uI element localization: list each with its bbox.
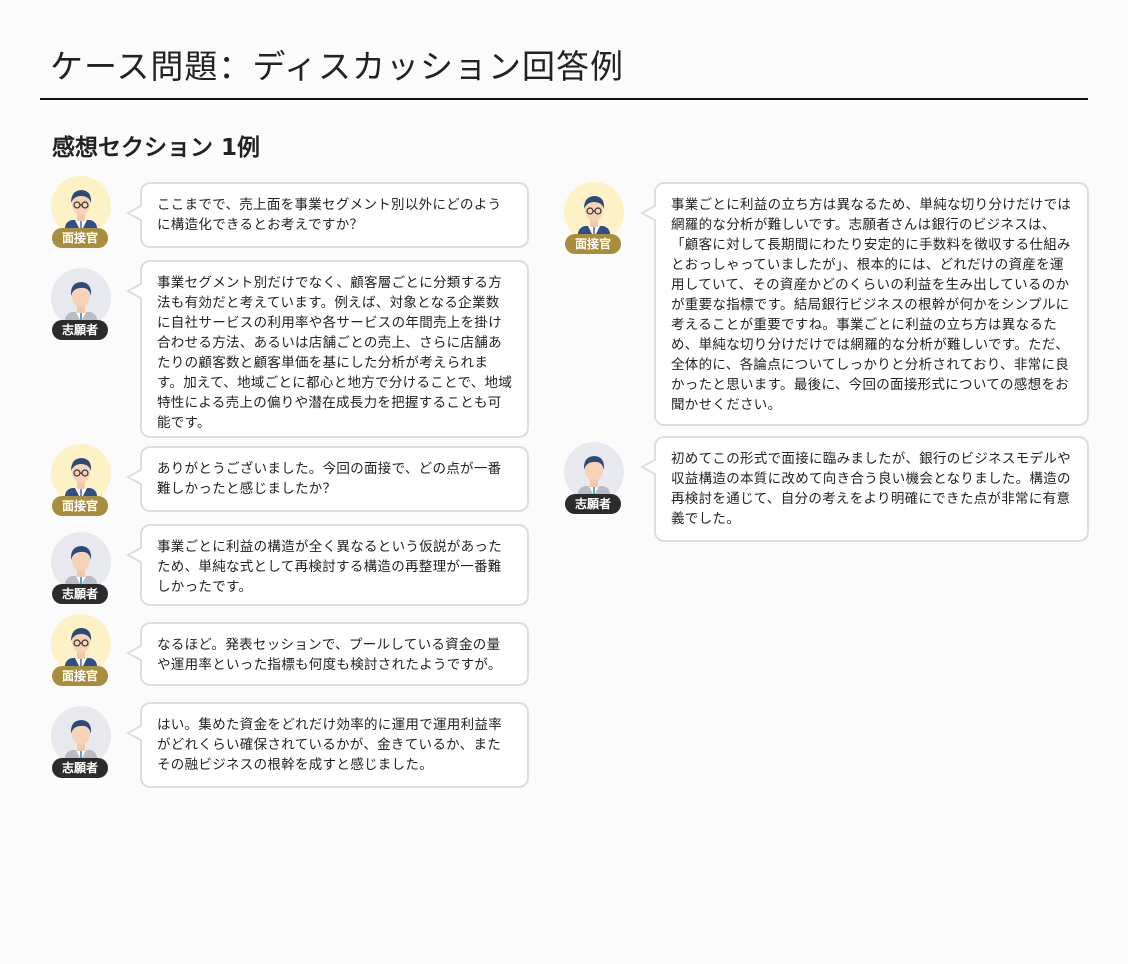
interviewer-avatar-icon [51, 176, 111, 236]
message-bubble: ありがとうございました。今回の面接で、どの点が一番難しかったと感じましたか？ [126, 446, 529, 512]
role-badge: 志願者 [52, 758, 108, 778]
title-divider [40, 98, 1088, 100]
candidate-avatar-icon [51, 706, 111, 766]
role-badge: 面接官 [52, 496, 108, 516]
message-bubble: ここまでで、売上面を事業セグメント別以外にどのように構造化できるとお考えですか？ [126, 182, 529, 248]
candidate-avatar-icon [51, 532, 111, 592]
interviewer-avatar: 面接官 [563, 182, 625, 262]
role-badge: 志願者 [52, 584, 108, 604]
candidate-avatar: 志願者 [563, 442, 625, 522]
message-bubble: 事業セグメント別だけでなく、顧客層ごとに分類する方法も有効だと考えています。例え… [126, 260, 529, 438]
candidate-avatar: 志願者 [50, 706, 112, 786]
message-bubble: なるほど。発表セッションで、プールしている資金の量や運用率といった指標も何度も検… [126, 622, 529, 686]
interviewer-avatar: 面接官 [50, 614, 112, 694]
message-bubble: 初めてこの形式で面接に臨みましたが、銀行のビジネスモデルや収益構造の本質に改めて… [640, 436, 1089, 542]
message-bubble: 事業ごとに利益の立ち方は異なるため、単純な切り分けだけでは網羅的な分析が難しいで… [640, 182, 1089, 426]
interviewer-avatar: 面接官 [50, 176, 112, 256]
interviewer-avatar-icon [51, 444, 111, 504]
candidate-avatar: 志願者 [50, 268, 112, 348]
message-bubble: 事業ごとに利益の構造が全く異なるという仮説があったため、単純な式として再検討する… [126, 524, 529, 606]
role-badge: 志願者 [565, 494, 621, 514]
interviewer-avatar-icon [51, 614, 111, 674]
role-badge: 面接官 [52, 666, 108, 686]
role-badge: 志願者 [52, 320, 108, 340]
candidate-avatar: 志願者 [50, 532, 112, 612]
interviewer-avatar-icon [564, 182, 624, 242]
role-badge: 面接官 [565, 234, 621, 254]
role-badge: 面接官 [52, 228, 108, 248]
interviewer-avatar: 面接官 [50, 444, 112, 524]
section-title: 感想セクション 1例 [52, 135, 261, 161]
message-bubble: はい。集めた資金をどれだけ効率的に運用で運用利益率がどれくらい確保されているかが… [126, 702, 529, 788]
candidate-avatar-icon [564, 442, 624, 502]
page-title: ケース問題：ディスカッション回答例 [50, 47, 625, 86]
candidate-avatar-icon [51, 268, 111, 328]
